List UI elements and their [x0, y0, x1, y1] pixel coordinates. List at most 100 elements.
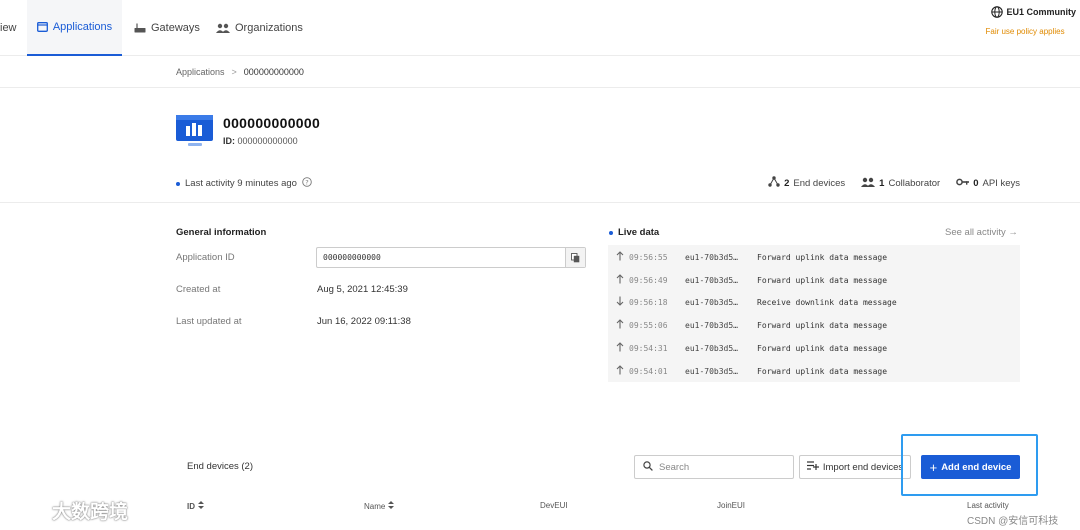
fair-use-note[interactable]: Fair use policy applies — [985, 27, 1076, 36]
search-input[interactable]: Search — [634, 455, 794, 479]
breadcrumb-separator: > — [231, 67, 237, 77]
application-id-value: 000000000000 — [237, 136, 298, 146]
sort-icon — [388, 501, 395, 511]
api-keys-stat[interactable]: 0 API keys — [956, 176, 1020, 190]
organizations-icon — [216, 23, 230, 33]
arrow-up-icon — [616, 251, 624, 263]
region-label: EU1 Community — [1006, 7, 1076, 17]
application-id-field-label: Application ID — [176, 252, 235, 263]
tab-gateways-label: Gateways — [151, 22, 200, 34]
live-row-time: 09:54:31 — [629, 343, 668, 353]
import-end-devices-button[interactable]: Import end devices — [799, 455, 911, 479]
arrow-down-icon — [616, 296, 624, 308]
last-activity: Last activity 9 minutes ago ? — [176, 177, 312, 190]
region-indicator[interactable]: EU1 Community Fair use policy applies — [985, 6, 1076, 36]
column-header-deveui: DevEUI — [540, 501, 568, 510]
live-row-message: Forward uplink data message — [757, 343, 888, 353]
live-row-time: 09:55:06 — [629, 320, 668, 330]
live-data-row[interactable]: 09:54:31 eu1-70b3d5… Forward uplink data… — [616, 341, 887, 355]
import-list-icon — [806, 461, 819, 473]
live-data-row[interactable]: 09:56:49 eu1-70b3d5… Forward uplink data… — [616, 273, 887, 287]
api-keys-count: 0 — [973, 177, 979, 189]
column-header-id-label: ID — [187, 501, 195, 511]
last-updated-label: Last updated at — [176, 316, 242, 327]
tab-gateways[interactable]: Gateways — [134, 0, 200, 56]
add-end-device-button[interactable]: + Add end device — [921, 455, 1020, 479]
application-id: ID: 000000000000 — [223, 136, 298, 146]
live-data-row[interactable]: 09:54:01 eu1-70b3d5… Forward uplink data… — [616, 364, 887, 378]
help-icon[interactable]: ? — [302, 177, 312, 190]
gateway-icon — [134, 23, 146, 33]
top-navigation: iew Applications Gateways Organizations … — [0, 0, 1080, 56]
key-icon — [956, 178, 970, 189]
application-icon — [176, 113, 214, 154]
end-devices-stat[interactable]: 2 End devices — [768, 176, 845, 190]
search-icon — [643, 460, 653, 474]
collaborators-count: 1 — [879, 177, 885, 189]
arrow-up-icon — [616, 319, 624, 331]
live-row-device: eu1-70b3d5… — [685, 320, 738, 330]
collaborators-label: Collaborator — [888, 177, 941, 189]
copy-icon[interactable] — [565, 248, 585, 267]
live-row-message: Forward uplink data message — [757, 366, 888, 376]
column-header-name[interactable]: Name — [364, 501, 395, 511]
breadcrumb: Applications > 000000000000 — [176, 67, 304, 77]
application-id-field-value[interactable]: 000000000000 — [317, 253, 565, 262]
live-data-row[interactable]: 09:56:18 eu1-70b3d5… Receive downlink da… — [616, 295, 897, 309]
plus-icon: + — [929, 459, 938, 475]
live-data-row[interactable]: 09:55:06 eu1-70b3d5… Forward uplink data… — [616, 318, 887, 332]
svg-text:?: ? — [305, 178, 308, 186]
tab-overview[interactable]: iew — [0, 0, 22, 56]
last-updated-value: Jun 16, 2022 09:11:38 — [317, 316, 411, 327]
watermark-csdn: CSDN @安信可科技 — [967, 516, 1059, 527]
application-stats: 2 End devices 1 Collaborator 0 API keys — [768, 176, 1020, 190]
live-row-time: 09:54:01 — [629, 366, 668, 376]
import-end-devices-label: Import end devices — [822, 461, 904, 473]
live-data-panel[interactable]: 09:56:55 eu1-70b3d5… Forward uplink data… — [608, 245, 1020, 382]
live-row-device: eu1-70b3d5… — [685, 343, 738, 353]
tab-organizations[interactable]: Organizations — [216, 0, 303, 56]
live-row-device: eu1-70b3d5… — [685, 366, 738, 376]
page-title: 000000000000 — [223, 115, 321, 131]
live-row-message: Receive downlink data message — [757, 297, 897, 307]
add-end-device-label: Add end device — [941, 461, 1012, 473]
arrow-up-icon — [616, 274, 624, 286]
see-all-activity-link[interactable]: See all activity → — [945, 227, 1018, 238]
devices-icon — [768, 176, 780, 190]
end-devices-title: End devices (2) — [187, 461, 254, 472]
live-row-message: Forward uplink data message — [757, 252, 888, 262]
search-placeholder: Search — [659, 461, 690, 473]
general-information-title: General information — [176, 227, 267, 238]
api-keys-label: API keys — [982, 177, 1021, 189]
live-data-row[interactable]: 09:56:55 eu1-70b3d5… Forward uplink data… — [616, 250, 887, 264]
live-row-time: 09:56:18 — [629, 297, 668, 307]
application-id-field[interactable]: 000000000000 — [316, 247, 586, 268]
last-activity-text: Last activity 9 minutes ago — [185, 178, 297, 189]
live-data-title: Live data — [618, 227, 660, 238]
tab-applications[interactable]: Applications — [27, 0, 122, 56]
globe-icon — [991, 6, 1004, 18]
live-row-message: Forward uplink data message — [757, 275, 888, 285]
column-header-name-label: Name — [364, 501, 386, 511]
end-devices-count: 2 — [784, 177, 790, 189]
created-at-label: Created at — [176, 284, 221, 295]
live-row-device: eu1-70b3d5… — [685, 275, 738, 285]
sort-icon — [198, 501, 204, 511]
live-data-header: Live data — [609, 227, 659, 238]
live-row-message: Forward uplink data message — [757, 320, 888, 330]
column-header-joineui: JoinEUI — [717, 501, 746, 510]
collaborators-stat[interactable]: 1 Collaborator — [861, 176, 940, 190]
live-row-device: eu1-70b3d5… — [685, 252, 738, 262]
watermark-logo: 大数跨境 — [8, 497, 128, 524]
created-at-value: Aug 5, 2021 12:45:39 — [317, 284, 408, 295]
breadcrumb-applications[interactable]: Applications — [176, 67, 225, 77]
tab-applications-label: Applications — [52, 21, 113, 33]
live-row-time: 09:56:49 — [629, 275, 668, 285]
live-row-device: eu1-70b3d5… — [685, 297, 738, 307]
activity-dot-icon — [176, 181, 180, 186]
breadcrumb-bar: Applications > 000000000000 — [0, 56, 1080, 88]
app-icon — [36, 22, 48, 32]
collaborators-icon — [861, 177, 876, 190]
column-header-id[interactable]: ID — [187, 501, 204, 511]
arrow-up-icon — [616, 342, 624, 354]
